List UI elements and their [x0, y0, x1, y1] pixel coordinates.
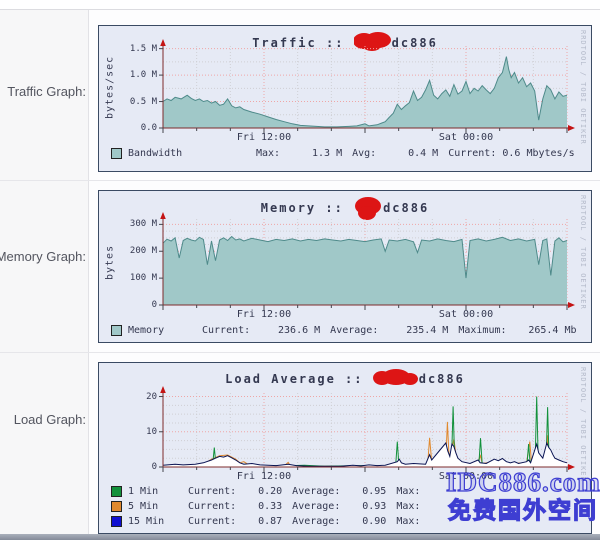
legend-stat-value: 0.6 Mbytes/s: [502, 148, 558, 159]
legend-row: Memory Current: 236.6 M Average: 235.4 M Maxi…: [111, 325, 577, 336]
legend-stat-key: Current:: [188, 501, 236, 512]
legend-row: 1 Min Current: 0.20 Average: 0.95 Max:: [111, 486, 466, 497]
legend-stat-key: Current:: [188, 516, 236, 527]
memory-graph-panel[interactable]: Memory :: dc886bytes0100 M200 M300 MFri …: [98, 190, 592, 343]
legend-stat-key: Average:: [292, 486, 340, 497]
y-tick-label: 1.0 M: [113, 70, 157, 80]
traffic-graph-panel[interactable]: Traffic :: dc886bytes/sec0.00.5 M1.0 M1.…: [98, 25, 592, 172]
sidebar-label-traffic-graph: Traffic Graph:: [0, 84, 86, 100]
legend-stat-key: Current:: [202, 325, 250, 336]
rrdtool-watermark: RRDTOOL / TOBI OETIKER: [579, 367, 587, 482]
x-tick-label: Sat 00:00: [421, 132, 511, 143]
legend-stat-key: Current:: [448, 148, 496, 159]
legend-row: 15 Min Current: 0.87 Average: 0.90 Max:: [111, 516, 466, 527]
plot-area: [159, 385, 576, 473]
sidebar-label-memory-graph: Memory Graph:: [0, 249, 86, 265]
legend-stat-key: Average:: [330, 325, 378, 336]
y-axis-label: bytes/sec: [103, 46, 117, 128]
legend-swatch: [111, 148, 122, 159]
y-axis-label: bytes: [103, 219, 117, 305]
legend-swatch: [111, 486, 122, 497]
rrdtool-watermark: RRDTOOL / TOBI OETIKER: [579, 30, 587, 145]
legend-stat-value: 236.6 M: [256, 325, 320, 336]
graph-title-host: dc886: [419, 372, 465, 386]
x-tick-label: Sat 00:00: [421, 471, 511, 482]
row-divider: [0, 180, 600, 181]
legend-stat-value: 0.4 M: [382, 148, 438, 159]
legend-swatch: [111, 501, 122, 512]
legend-stat-value: 1.3 M: [286, 148, 342, 159]
legend-series-label: Bandwidth: [128, 148, 246, 159]
legend-stat-value: 0.87: [242, 516, 282, 527]
load-graph-panel[interactable]: Load Average :: dc8860 10 20Fri 12:00 Sat 0…: [98, 362, 592, 534]
rrdtool-watermark: RRDTOOL / TOBI OETIKER: [579, 195, 587, 310]
y-tick-label: 0.0: [113, 123, 157, 133]
legend-swatch: [111, 516, 122, 527]
y-tick-label: 10: [113, 427, 157, 437]
bottom-edge-band: [0, 534, 600, 540]
legend-series-label: 15 Min: [128, 516, 178, 527]
x-tick-label: Fri 12:00: [219, 309, 309, 320]
legend-stat-key: Average:: [292, 501, 340, 512]
row-divider: [0, 352, 600, 353]
y-tick-label: 200 M: [113, 246, 157, 256]
legend-row: 5 Min Current: 0.33 Average: 0.93 Max:: [111, 501, 466, 512]
legend-stat-key: Max:: [396, 486, 420, 497]
y-tick-label: 20: [113, 392, 157, 402]
legend-stat-key: Average:: [292, 516, 340, 527]
monitoring-page: Traffic Graph: Memory Graph: Load Graph:…: [0, 0, 600, 540]
legend-stat-key: Maximum:: [458, 325, 506, 336]
y-tick-label: 0.5 M: [113, 97, 157, 107]
legend-stat-value: 265.4 Mb: [513, 325, 577, 336]
legend-stat-key: Max:: [256, 148, 280, 159]
legend-row: Bandwidth Max: 1.3 M Avg: 0.4 M Current: 0.6 M…: [111, 148, 558, 159]
legend-stat-value: 0.20: [242, 486, 282, 497]
top-edge-strip: [0, 0, 600, 10]
legend-stat-value: 235.4 M: [384, 325, 448, 336]
y-tick-label: 0: [113, 462, 157, 472]
legend-stat-value: 0.93: [346, 501, 386, 512]
y-tick-label: 0: [113, 300, 157, 310]
y-tick-label: 100 M: [113, 273, 157, 283]
y-tick-label: 1.5 M: [113, 44, 157, 54]
legend-series-label: 1 Min: [128, 486, 178, 497]
y-tick-label: 300 M: [113, 219, 157, 229]
plot-area: [159, 38, 576, 134]
x-tick-label: Sat 00:00: [421, 309, 511, 320]
sidebar-label-load-graph: Load Graph:: [0, 412, 86, 428]
legend-stat-key: Max:: [396, 516, 420, 527]
x-tick-label: Fri 12:00: [219, 132, 309, 143]
legend-series-label: Memory: [128, 325, 192, 336]
legend-stat-value: 0.95: [346, 486, 386, 497]
legend-stat-key: Avg:: [352, 148, 376, 159]
legend-stat-value: 0.90: [346, 516, 386, 527]
legend-swatch: [111, 325, 122, 336]
x-tick-label: Fri 12:00: [219, 471, 309, 482]
legend-series-label: 5 Min: [128, 501, 178, 512]
plot-area: [159, 211, 576, 311]
legend-stat-key: Max:: [396, 501, 420, 512]
legend-stat-value: 0.33: [242, 501, 282, 512]
legend-stat-key: Current:: [188, 486, 236, 497]
graph-title-prefix: Load Average ::: [225, 372, 363, 386]
